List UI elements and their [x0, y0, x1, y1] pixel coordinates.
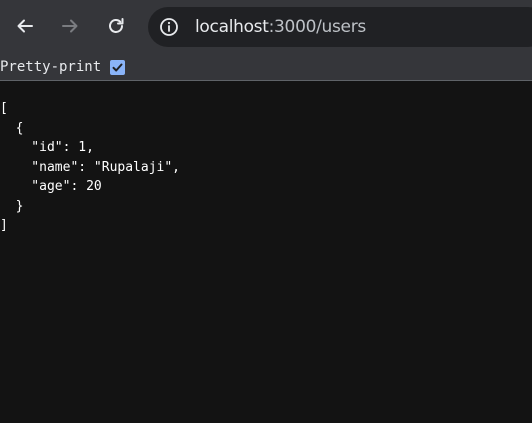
reload-icon: [109, 18, 124, 33]
pretty-print-bar: Pretty-print: [0, 54, 532, 81]
json-line: }: [0, 198, 24, 214]
site-info-button[interactable]: [158, 16, 180, 38]
address-bar[interactable]: localhost:3000/users: [148, 7, 532, 47]
json-line: [: [0, 101, 8, 116]
json-line: {: [0, 120, 24, 136]
url-text[interactable]: localhost:3000/users: [195, 17, 366, 37]
back-arrow-icon: [17, 19, 33, 33]
forward-arrow-icon: [62, 19, 78, 33]
reload-button[interactable]: [102, 12, 130, 40]
info-icon: [160, 18, 178, 36]
forward-button[interactable]: [56, 12, 84, 40]
browser-toolbar: localhost:3000/users: [0, 0, 532, 54]
pretty-print-label: Pretty-print: [0, 59, 102, 75]
url-path: :3000/users: [268, 17, 367, 37]
json-line: ]: [0, 218, 8, 233]
json-line: "name": "Rupalaji",: [0, 159, 181, 175]
json-content: [ { "id": 1, "name": "Rupalaji", "age": …: [0, 99, 180, 236]
json-line: "age": 20: [0, 179, 102, 194]
back-button[interactable]: [11, 12, 39, 40]
pretty-print-checkbox[interactable]: [110, 60, 125, 75]
checkmark-icon: [112, 63, 123, 72]
json-line: "id": 1,: [0, 140, 94, 155]
url-host: localhost: [195, 17, 269, 37]
